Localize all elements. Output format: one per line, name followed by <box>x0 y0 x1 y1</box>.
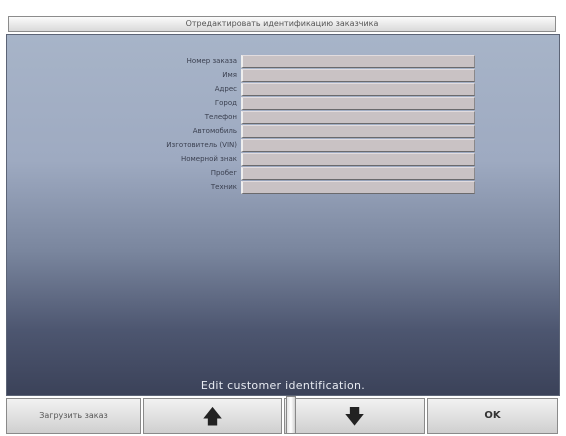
form-row-license-plate: Номерной знак <box>7 152 475 166</box>
vehicle-label: Автомобиль <box>192 127 237 135</box>
form-row-address: Адрес <box>7 82 475 96</box>
status-message: Edit customer identification. <box>200 379 366 392</box>
city-field[interactable] <box>241 96 475 110</box>
phone-field[interactable] <box>241 110 475 124</box>
address-label: Адрес <box>214 85 237 93</box>
mileage-label: Пробег <box>210 169 237 177</box>
vehicle-field[interactable] <box>241 124 475 138</box>
order-number-field[interactable] <box>241 54 475 68</box>
form-row-vin: Изготовитель (VIN) <box>7 138 475 152</box>
dialog-title: Отредактировать идентификацию заказчика <box>8 16 556 32</box>
name-label: Имя <box>222 71 237 79</box>
arrow-down-icon: 🡇 <box>344 404 365 428</box>
technician-field[interactable] <box>241 180 475 194</box>
ok-button[interactable]: OK <box>427 398 558 434</box>
form-panel: Номер заказа Имя Адрес Город Телефон Авт… <box>6 34 560 396</box>
form-row-city: Город <box>7 96 475 110</box>
order-number-label: Номер заказа <box>186 57 237 65</box>
mileage-field[interactable] <box>241 166 475 180</box>
bottom-toolbar: Загрузить заказ 🡅 🡇 OK <box>6 398 560 434</box>
vin-label: Изготовитель (VIN) <box>166 141 237 149</box>
form-row-technician: Техник <box>7 180 475 194</box>
form-row-vehicle: Автомобиль <box>7 124 475 138</box>
ok-label: OK <box>484 410 501 421</box>
arrow-up-icon: 🡅 <box>202 404 223 428</box>
form-row-phone: Телефон <box>7 110 475 124</box>
form-row-mileage: Пробег <box>7 166 475 180</box>
license-plate-field[interactable] <box>241 152 475 166</box>
scroll-handle[interactable] <box>286 396 296 434</box>
form-row-order-number: Номер заказа <box>7 54 475 68</box>
city-label: Город <box>214 99 237 107</box>
load-order-button[interactable]: Загрузить заказ <box>6 398 141 434</box>
form-row-name: Имя <box>7 68 475 82</box>
address-field[interactable] <box>241 82 475 96</box>
technician-label: Техник <box>210 183 237 191</box>
scroll-up-button[interactable]: 🡅 <box>143 398 282 434</box>
name-field[interactable] <box>241 68 475 82</box>
phone-label: Телефон <box>204 113 237 121</box>
load-order-label: Загрузить заказ <box>39 411 108 420</box>
vin-field[interactable] <box>241 138 475 152</box>
scroll-down-button[interactable]: 🡇 <box>284 398 425 434</box>
license-plate-label: Номерной знак <box>180 155 237 163</box>
